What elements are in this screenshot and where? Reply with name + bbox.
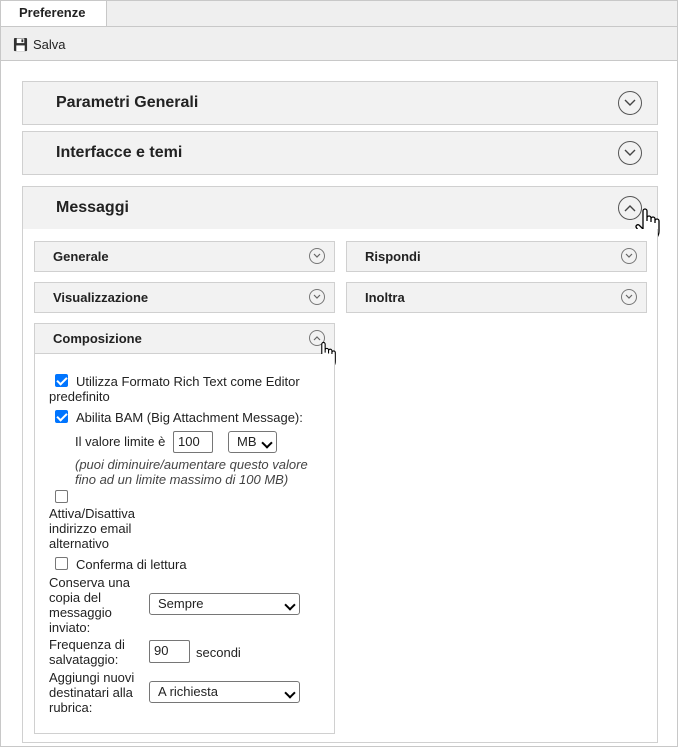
chevron-down-icon <box>261 437 273 449</box>
keep-copy-label-2: copia del <box>49 590 102 605</box>
limit-note-cont: fino ad un limite massimo di 100 MB) <box>75 472 289 487</box>
save-button[interactable]: Salva <box>13 35 66 53</box>
section-interfacce-temi[interactable]: Interfacce e temi <box>22 131 658 175</box>
chevron-down-icon[interactable] <box>621 248 637 264</box>
keep-copy-select[interactable]: Sempre <box>149 593 300 615</box>
keep-copy-label-3: messaggio <box>49 605 112 620</box>
alt-email-label: Attiva/Disattiva <box>49 506 135 521</box>
subsection-title: Generale <box>53 249 109 264</box>
alt-email-checkbox[interactable] <box>55 490 68 503</box>
bam-label: Abilita BAM (Big Attachment Message): <box>76 410 303 425</box>
limit-value-input[interactable]: 100 <box>173 431 213 453</box>
chevron-down-icon[interactable] <box>618 141 642 165</box>
add-recipients-label-3: rubrica: <box>49 700 93 715</box>
subsection-title: Composizione <box>53 331 142 346</box>
chevron-down-icon[interactable] <box>618 91 642 115</box>
rich-text-checkbox[interactable] <box>55 374 68 387</box>
keep-copy-value: Sempre <box>158 596 204 611</box>
subsection-visualizzazione[interactable]: Visualizzazione <box>34 282 335 313</box>
save-freq-label-2: salvataggio: <box>49 652 119 667</box>
keep-copy-label: Conserva una <box>49 575 130 590</box>
preferences-window: Preferenze Salva Parametri Generali Inte… <box>0 0 678 747</box>
composizione-body: Utilizza Formato Rich Text come Editor p… <box>34 354 335 734</box>
alt-email-label-2: indirizzo email <box>49 521 132 536</box>
limit-unit-value: MB <box>237 434 257 449</box>
save-freq-label: Frequenza di <box>49 637 125 652</box>
section-title: Parametri Generali <box>56 94 199 111</box>
subsection-title: Rispondi <box>365 249 421 264</box>
subsection-title: Visualizzazione <box>53 290 149 305</box>
chevron-down-icon <box>284 599 296 611</box>
limit-note: (puoi diminuire/aumentare questo valore <box>75 457 308 472</box>
section-title: Interfacce e temi <box>56 144 183 161</box>
chevron-down-icon[interactable] <box>309 289 325 305</box>
save-label: Salva <box>33 36 66 52</box>
save-freq-input[interactable]: 90 <box>149 640 190 663</box>
keep-copy-label-4: inviato: <box>49 620 91 635</box>
subsection-rispondi[interactable]: Rispondi <box>346 241 647 272</box>
read-receipt-checkbox[interactable] <box>55 557 68 570</box>
chevron-down-icon <box>284 687 296 699</box>
tab-preferenze[interactable]: Preferenze <box>1 1 107 26</box>
add-recipients-value: A richiesta <box>158 684 218 699</box>
floppy-disk-icon <box>13 37 28 51</box>
section-messaggi[interactable]: Messaggi <box>22 186 660 241</box>
rich-text-label-cont: predefinito <box>49 389 110 404</box>
limit-label: Il valore limite è <box>75 434 166 449</box>
subsection-composizione[interactable]: Composizione <box>34 323 336 370</box>
add-recipients-label-2: destinatari alla <box>49 685 133 700</box>
limit-unit-select[interactable]: MB <box>228 431 277 453</box>
subsection-inoltra[interactable]: Inoltra <box>346 282 647 313</box>
chevron-down-icon[interactable] <box>621 289 637 305</box>
add-recipients-select[interactable]: A richiesta <box>149 681 300 703</box>
alt-email-label-3: alternativo <box>49 536 109 551</box>
section-title: Messaggi <box>56 199 129 216</box>
section-parametri-generali[interactable]: Parametri Generali <box>22 81 658 125</box>
rich-text-label: Utilizza Formato Rich Text come Editor <box>76 374 300 389</box>
subsection-title: Inoltra <box>365 290 405 305</box>
subsection-generale[interactable]: Generale <box>34 241 335 272</box>
chevron-down-icon[interactable] <box>309 248 325 264</box>
add-recipients-label: Aggiungi nuovi <box>49 670 135 685</box>
tab-bar: Preferenze <box>1 1 677 27</box>
bam-checkbox[interactable] <box>55 410 68 423</box>
read-receipt-label: Conferma di lettura <box>76 557 187 572</box>
save-freq-unit: secondi <box>196 645 241 660</box>
toolbar: Salva <box>1 27 677 61</box>
